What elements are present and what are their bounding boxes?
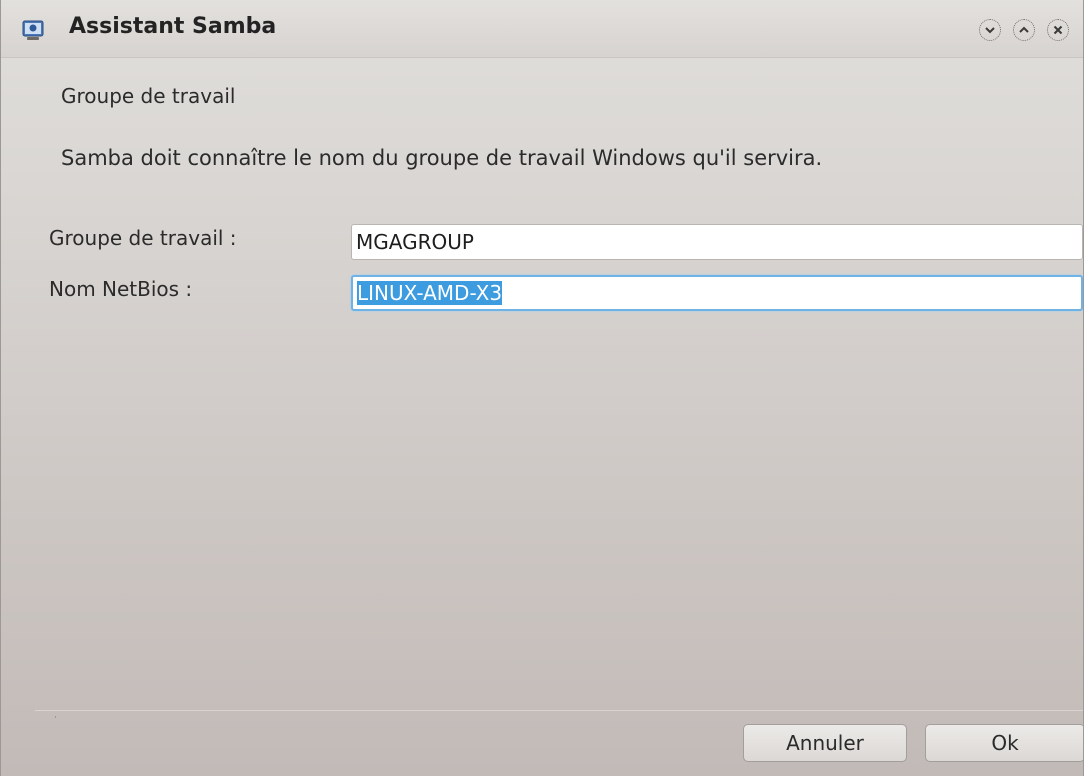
page-title: Groupe de travail — [61, 84, 236, 108]
button-separator — [35, 710, 1083, 711]
wizard-content: Groupe de travail Samba doit connaître l… — [1, 58, 1083, 776]
page-description: Samba doit connaître le nom du groupe de… — [61, 146, 823, 170]
title-bar[interactable]: Assistant Samba — [1, 0, 1083, 58]
maximize-icon[interactable] — [1013, 19, 1035, 41]
cancel-button[interactable]: Annuler — [743, 724, 907, 762]
ok-button[interactable]: Ok — [925, 724, 1083, 762]
samba-wizard-window: Assistant Samba Groupe de travail Samba … — [0, 0, 1084, 776]
window-title: Assistant Samba — [69, 14, 277, 39]
netbios-label: Nom NetBios : — [49, 277, 193, 301]
minimize-icon[interactable] — [979, 19, 1001, 41]
close-icon[interactable] — [1047, 19, 1069, 41]
workgroup-input[interactable] — [351, 224, 1083, 260]
samba-wizard-icon — [21, 18, 45, 42]
window-edge-mark — [55, 716, 56, 718]
netbios-input[interactable] — [351, 275, 1083, 311]
workgroup-label: Groupe de travail : — [49, 226, 237, 250]
